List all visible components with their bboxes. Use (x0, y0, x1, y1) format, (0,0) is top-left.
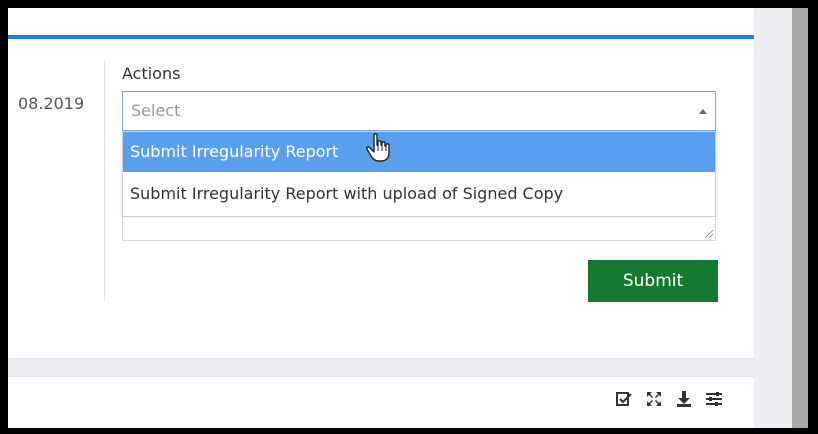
caret-up-icon[interactable] (699, 109, 707, 114)
actions-label: Actions (122, 64, 181, 83)
select-placeholder: Select (131, 101, 181, 120)
submit-button[interactable]: Submit (588, 260, 718, 302)
option-submit-irregularity-report-signed-copy[interactable]: Submit Irregularity Report with upload o… (123, 174, 715, 214)
hand-cursor-icon (366, 133, 390, 162)
column-divider (104, 60, 105, 302)
expand-icon[interactable] (644, 389, 664, 409)
table-card (8, 376, 754, 428)
filter-settings-icon[interactable] (704, 389, 724, 409)
form-card: 08.2019 Actions Select Submit Irregulari… (8, 8, 754, 359)
accent-bar (8, 35, 754, 39)
actions-dropdown: Submit Irregularity Report Submit Irregu… (122, 131, 716, 217)
date-value: 08.2019 (18, 94, 85, 113)
option-submit-irregularity-report[interactable]: Submit Irregularity Report (123, 132, 715, 172)
scrollbar[interactable] (792, 8, 808, 428)
edit-check-icon[interactable] (614, 389, 634, 409)
table-toolbar (614, 389, 724, 411)
screen: 08.2019 Actions Select Submit Irregulari… (8, 8, 808, 428)
resize-grip-icon[interactable] (705, 230, 713, 238)
actions-select[interactable]: Select (122, 91, 716, 131)
comment-textarea[interactable] (122, 217, 716, 241)
download-icon[interactable] (674, 389, 694, 409)
